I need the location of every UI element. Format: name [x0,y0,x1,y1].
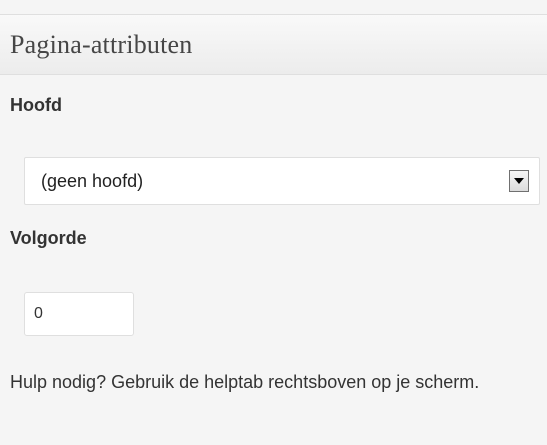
help-text: Hulp nodig? Gebruik de helptab rechtsbov… [10,372,480,392]
chevron-down-icon[interactable] [509,170,529,192]
order-input[interactable] [24,292,134,336]
parent-label: Hoofd [10,95,62,115]
order-label: Volgorde [10,228,87,248]
panel-header[interactable]: Pagina-attributen [0,15,547,75]
parent-select-value: (geen hoofd) [41,171,144,191]
parent-select[interactable]: (geen hoofd) [24,157,540,205]
panel-title: Pagina-attributen [10,29,193,59]
